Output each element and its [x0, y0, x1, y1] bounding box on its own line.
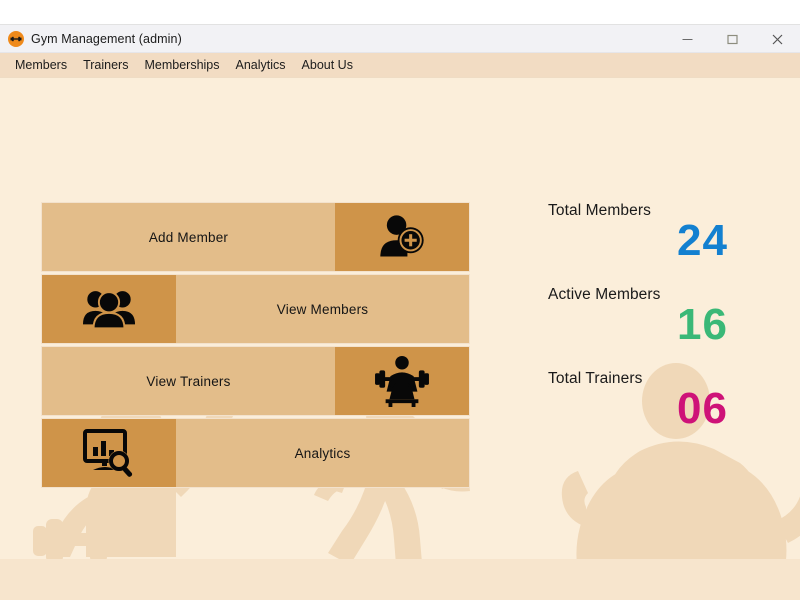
- floor-strip: [0, 559, 800, 600]
- stat-total-members: Total Members 24: [520, 202, 770, 264]
- main-content: Add Member View Members View Trainers An…: [0, 78, 800, 600]
- menu-item-about-us[interactable]: About Us: [294, 55, 361, 75]
- menu-bar: Members Trainers Memberships Analytics A…: [0, 53, 800, 78]
- view-trainers-label: View Trainers: [42, 347, 335, 415]
- application-window: Gym Management (admin) Members Trainers …: [0, 24, 800, 600]
- menu-item-trainers[interactable]: Trainers: [75, 55, 136, 75]
- user-plus-icon: [335, 203, 469, 271]
- maximize-button[interactable]: [710, 25, 755, 53]
- action-button-grid: Add Member View Members View Trainers An…: [41, 202, 470, 488]
- stat-active-members: Active Members 16: [520, 286, 770, 348]
- menu-item-members[interactable]: Members: [7, 55, 75, 75]
- analytics-button[interactable]: Analytics: [41, 418, 470, 488]
- desktop-background: Gym Management (admin) Members Trainers …: [0, 0, 800, 600]
- stat-active-members-value: 16: [677, 300, 728, 350]
- view-trainers-button[interactable]: View Trainers: [41, 346, 470, 416]
- stat-total-members-value: 24: [677, 216, 728, 265]
- add-member-label: Add Member: [42, 203, 335, 271]
- title-bar: Gym Management (admin): [0, 25, 800, 53]
- minimize-button[interactable]: [665, 25, 710, 53]
- chart-search-icon: [42, 419, 176, 487]
- analytics-label: Analytics: [176, 419, 469, 487]
- user-group-icon: [42, 275, 176, 343]
- stats-panel: Total Members 24 Active Members 16 Total…: [520, 202, 770, 455]
- stat-total-trainers: Total Trainers 06: [520, 370, 770, 432]
- stat-total-trainers-value: 06: [677, 384, 728, 434]
- window-title: Gym Management (admin): [31, 31, 182, 46]
- dumbbell-icon: [8, 30, 24, 47]
- view-members-button[interactable]: View Members: [41, 274, 470, 344]
- view-members-label: View Members: [176, 275, 469, 343]
- close-button[interactable]: [755, 25, 800, 53]
- menu-item-analytics[interactable]: Analytics: [228, 55, 294, 75]
- menu-item-memberships[interactable]: Memberships: [136, 55, 227, 75]
- add-member-button[interactable]: Add Member: [41, 202, 470, 272]
- window-controls: [665, 25, 800, 53]
- weightlifter-icon: [335, 347, 469, 415]
